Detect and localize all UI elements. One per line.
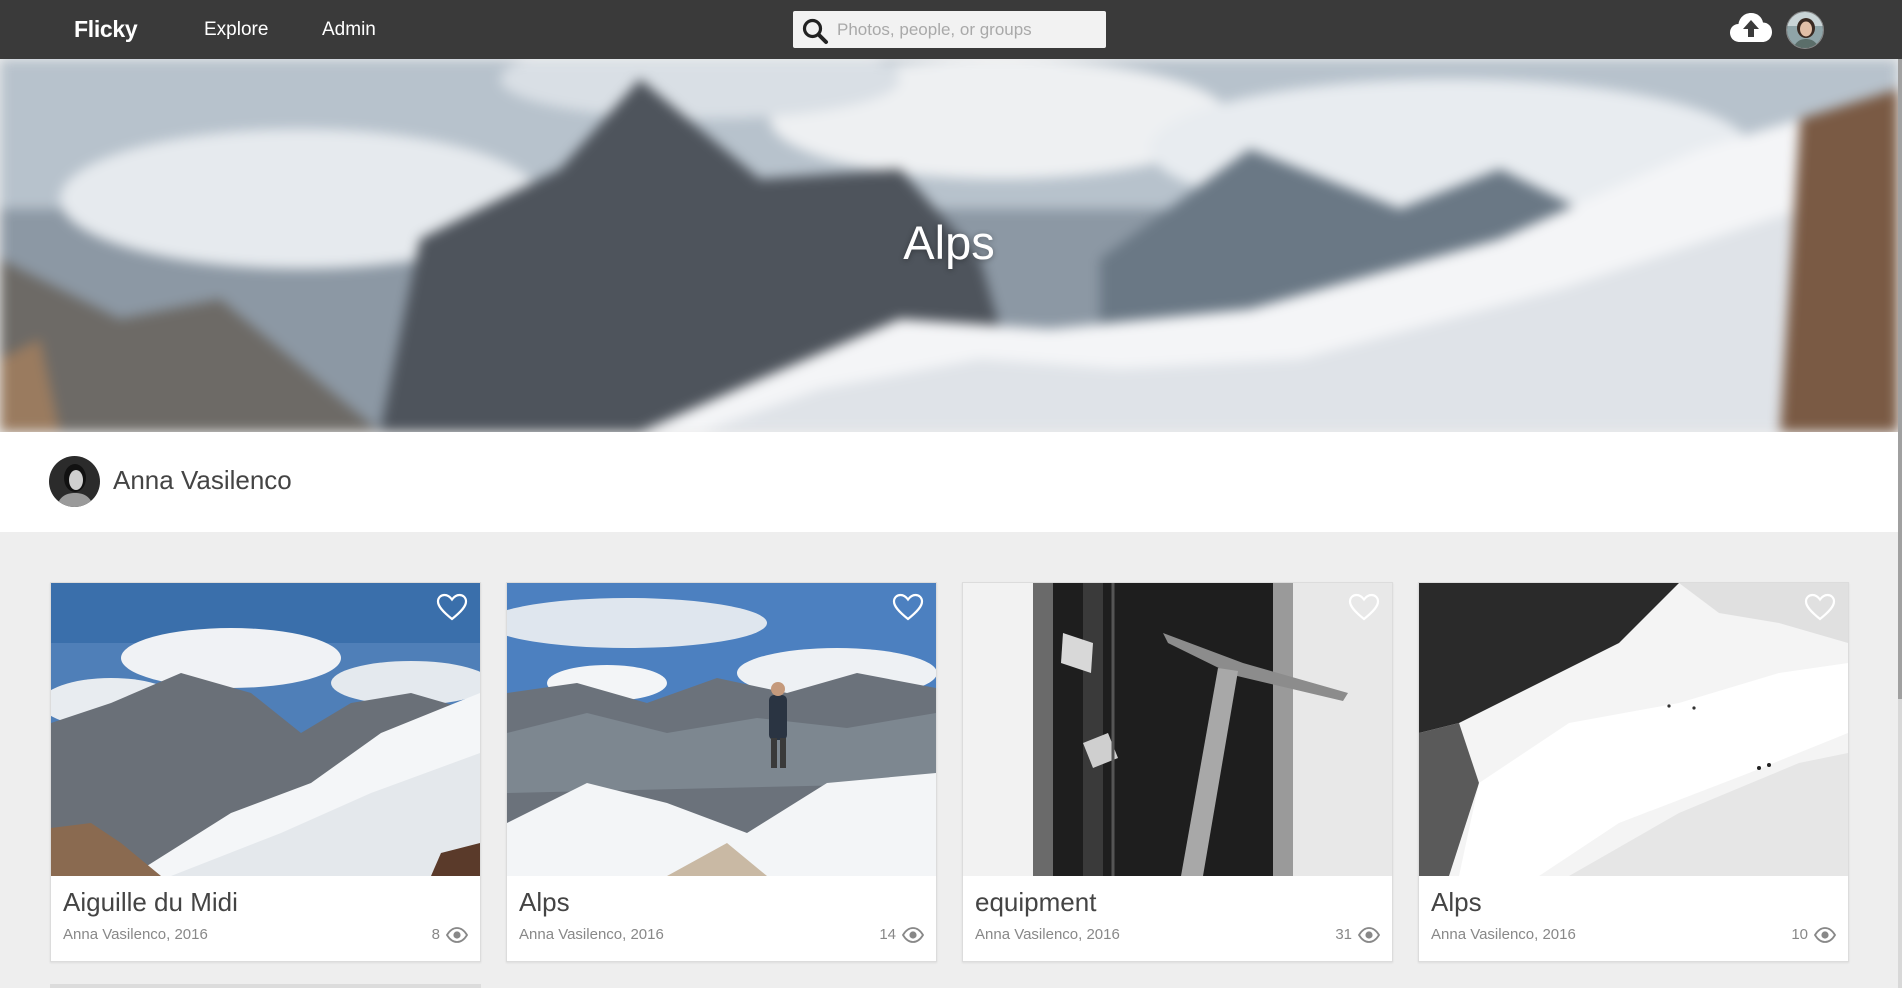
photo-thumbnail[interactable] <box>51 583 480 876</box>
like-heart-icon[interactable] <box>892 593 924 621</box>
photo-card[interactable]: Alps Anna Vasilenco, 2016 10 <box>1418 582 1849 962</box>
view-count: 31 <box>1335 926 1380 943</box>
view-count-number: 8 <box>431 926 440 943</box>
photo-card[interactable]: Aiguille du Midi Anna Vasilenco, 2016 8 <box>50 582 481 962</box>
view-count: 14 <box>879 926 924 943</box>
like-heart-icon[interactable] <box>1348 593 1380 621</box>
upload-cloud-icon[interactable] <box>1729 11 1773 45</box>
top-navbar: Flicky Explore Admin <box>0 0 1902 59</box>
view-count-number: 31 <box>1335 926 1352 943</box>
view-count: 8 <box>432 926 468 943</box>
photo-card[interactable]: Alps Anna Vasilenco, 2016 14 <box>506 582 937 962</box>
next-row-card-edge <box>50 984 481 988</box>
photo-card[interactable]: equipment Anna Vasilenco, 2016 31 <box>962 582 1393 962</box>
album-hero-banner: Alps <box>0 59 1898 432</box>
brand-logo[interactable]: Flicky <box>74 16 138 43</box>
owner-avatar[interactable] <box>49 456 100 507</box>
nav-explore-link[interactable]: Explore <box>204 19 268 41</box>
like-heart-icon[interactable] <box>436 593 468 621</box>
page-scrollbar[interactable] <box>1898 59 1902 988</box>
view-count-number: 14 <box>879 926 896 943</box>
search-input[interactable] <box>837 11 1097 48</box>
photo-author-year: Anna Vasilenco, 2016 <box>1431 926 1576 943</box>
eye-icon <box>446 926 468 943</box>
photo-title[interactable]: Aiguille du Midi <box>63 887 238 918</box>
album-owner-bar: Anna Vasilenco <box>0 432 1898 532</box>
photo-author-year: Anna Vasilenco, 2016 <box>519 926 664 943</box>
nav-admin-link[interactable]: Admin <box>322 19 376 41</box>
search-icon[interactable] <box>801 17 829 45</box>
owner-name-link[interactable]: Anna Vasilenco <box>113 465 292 496</box>
scrollbar-thumb[interactable] <box>1898 59 1902 699</box>
photo-title[interactable]: Alps <box>1431 887 1482 918</box>
photo-thumbnail[interactable] <box>963 583 1392 876</box>
photo-author-year: Anna Vasilenco, 2016 <box>63 926 208 943</box>
eye-icon <box>1358 926 1380 943</box>
eye-icon <box>902 926 924 943</box>
photo-thumbnail[interactable] <box>1419 583 1848 876</box>
photo-image <box>507 583 936 876</box>
photo-author-year: Anna Vasilenco, 2016 <box>975 926 1120 943</box>
photo-title[interactable]: equipment <box>975 887 1096 918</box>
owner-avatar-image <box>49 456 100 507</box>
view-count: 10 <box>1791 926 1836 943</box>
photo-image <box>963 583 1392 876</box>
search-box <box>793 11 1106 48</box>
eye-icon <box>1814 926 1836 943</box>
view-count-number: 10 <box>1791 926 1808 943</box>
user-avatar-image <box>1787 12 1823 48</box>
album-title: Alps <box>903 216 995 269</box>
photo-image <box>51 583 480 876</box>
user-avatar[interactable] <box>1786 11 1824 49</box>
like-heart-icon[interactable] <box>1804 593 1836 621</box>
photo-image <box>1419 583 1848 876</box>
photo-title[interactable]: Alps <box>519 887 570 918</box>
photo-thumbnail[interactable] <box>507 583 936 876</box>
